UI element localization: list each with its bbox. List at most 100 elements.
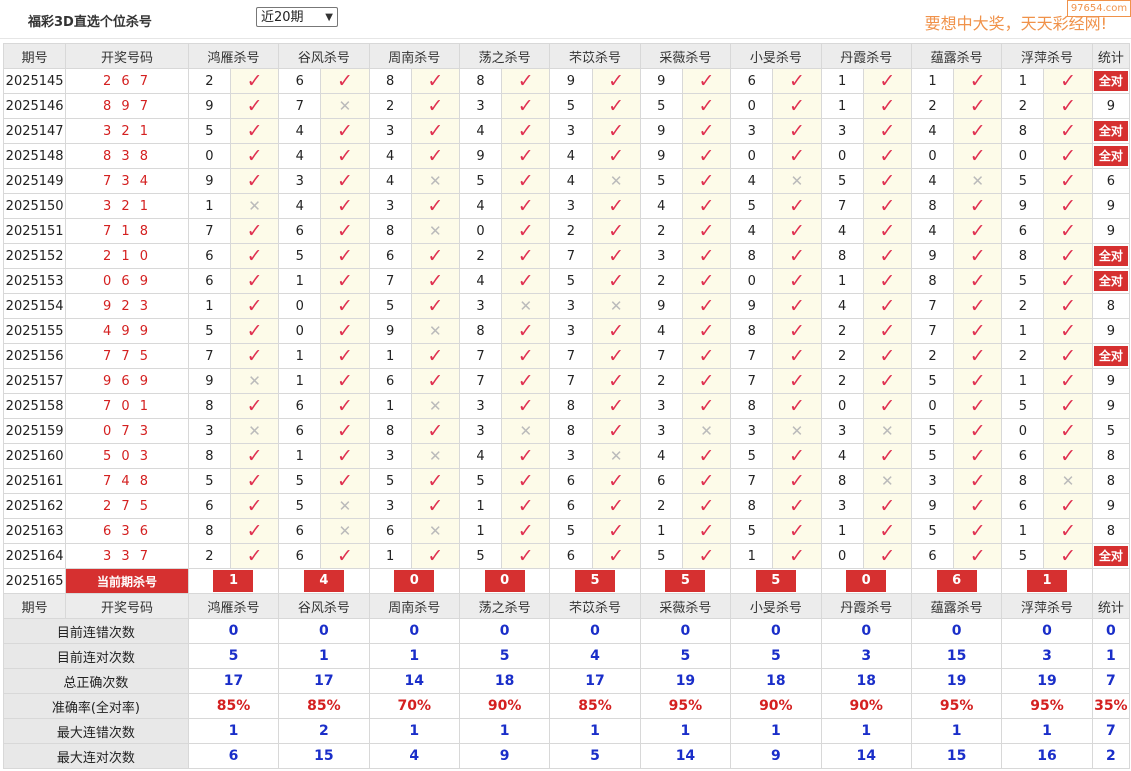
kill-number-cell: 5 [187,318,231,344]
result-cell: ✕ [229,368,280,394]
kill-number-cell: 6 [187,493,231,519]
cross-icon: ✕ [881,422,894,440]
check-icon: ✓ [698,395,715,417]
result-cell: ✓ [681,518,732,544]
kill-number-cell: 5 [278,493,322,519]
check-icon: ✓ [698,70,715,92]
check-icon: ✓ [246,170,263,192]
kill-number-cell: 1 [278,443,322,469]
draw-number-cell: 9 2 3 [65,293,189,319]
summary-value: 0 [278,618,370,644]
cross-icon: ✕ [429,322,442,340]
result-cell: ✓ [681,443,732,469]
result-cell: ✕ [501,418,551,444]
result-cell: ✓ [681,193,732,219]
kill-number-cell: 1 [368,543,412,569]
kill-number-cell: 2 [1001,93,1045,119]
kill-number-cell: 3 [730,418,774,444]
check-icon: ✓ [788,395,805,417]
kill-number-cell: 3 [368,118,412,144]
result-cell: ✓ [229,318,280,344]
result-cell: ✓ [1043,443,1093,469]
check-icon: ✓ [698,520,715,542]
result-cell: ✓ [591,393,641,419]
result-cell: ✓ [1043,518,1093,544]
result-cell: ✓ [410,243,460,269]
kill-number-cell: 3 [820,418,864,444]
summary-value: 7 [1091,668,1131,694]
check-icon: ✓ [879,220,896,242]
check-icon: ✓ [788,145,805,167]
kill-number-cell: 0 [730,268,774,294]
summary-label: 总正确次数 [3,668,189,694]
result-cell: ✓ [591,68,641,94]
result-cell: ✓ [591,468,641,494]
result-cell: ✓ [772,193,822,219]
result-cell: ✓ [681,543,732,569]
stat-cell [1091,568,1131,594]
result-cell: ✓ [591,318,641,344]
kill-number-cell: 4 [368,168,412,194]
check-icon: ✓ [879,445,896,467]
site-watermark: 97654.com [1067,0,1131,17]
summary-value: 90% [730,693,822,719]
summary-label: 目前连错次数 [3,618,189,644]
result-cell: ✓ [1043,418,1093,444]
result-cell: ✓ [862,243,912,269]
cross-icon: ✕ [971,172,984,190]
kill-number-cell: 4 [368,143,412,169]
check-icon: ✓ [608,395,625,417]
result-cell: ✓ [410,418,460,444]
result-cell: ✓ [320,143,370,169]
check-icon: ✓ [427,420,444,442]
result-cell: ✓ [953,293,1003,319]
check-icon: ✓ [246,470,263,492]
result-cell: ✓ [772,318,822,344]
result-cell: ✓ [410,143,460,169]
check-icon: ✓ [336,370,353,392]
check-icon: ✓ [969,420,986,442]
result-cell: ✓ [681,168,732,194]
kill-number-cell: 9 [368,318,412,344]
result-cell: ✓ [501,518,551,544]
kill-number-cell: 5 [368,468,412,494]
result-cell: ✓ [1043,268,1093,294]
result-cell: ✕ [501,293,551,319]
draw-number-cell: 7 0 1 [65,393,189,419]
stat-cell: 9 [1091,368,1131,394]
kill-number-cell: 5 [187,118,231,144]
kill-number-cell: 3 [278,168,322,194]
result-cell: ✕ [320,518,370,544]
check-icon: ✓ [969,395,986,417]
kill-number-cell: 7 [458,343,503,369]
kill-number-cell: 7 [730,468,774,494]
column-header: 蕴露杀号 [910,593,1003,619]
kill-number-cell: 7 [910,293,955,319]
kill-number-cell: 0 [910,393,955,419]
check-icon: ✓ [1060,495,1077,517]
kill-number-cell: 6 [278,218,322,244]
period-range-select[interactable]: 近20期 ▼ [256,7,338,27]
summary-label: 最大连对次数 [3,743,189,769]
cross-icon: ✕ [338,522,352,540]
check-icon: ✓ [517,370,534,392]
check-icon: ✓ [698,495,715,517]
result-cell: ✕ [320,93,370,119]
kill-number-cell: 3 [549,443,593,469]
result-cell: ✕ [410,318,460,344]
kill-number-cell: 8 [1001,468,1045,494]
check-icon: ✓ [1060,320,1077,342]
kill-number-cell: 1 [187,193,231,219]
table-row: 2025160 5 0 3 8 ✓ 1 ✓ 3 ✕ 4 ✓ 3 ✕ 4 ✓ 5 ✓ 4 ✓ 5 ✓ 6 ✓ 8 [2,443,1131,469]
stat-cell: 8 [1091,518,1131,544]
stat-cell: 6 [1091,168,1131,194]
summary-value: 85% [278,693,370,719]
check-icon: ✓ [879,195,896,217]
all-right-badge: 全对 [1093,246,1128,266]
check-icon: ✓ [1060,370,1077,392]
kill-number-cell: 0 [730,93,774,119]
result-cell: ✓ [862,168,912,194]
check-icon: ✓ [608,270,625,292]
current-kill-number: 6 [936,570,977,592]
kill-number-cell: 5 [639,168,683,194]
